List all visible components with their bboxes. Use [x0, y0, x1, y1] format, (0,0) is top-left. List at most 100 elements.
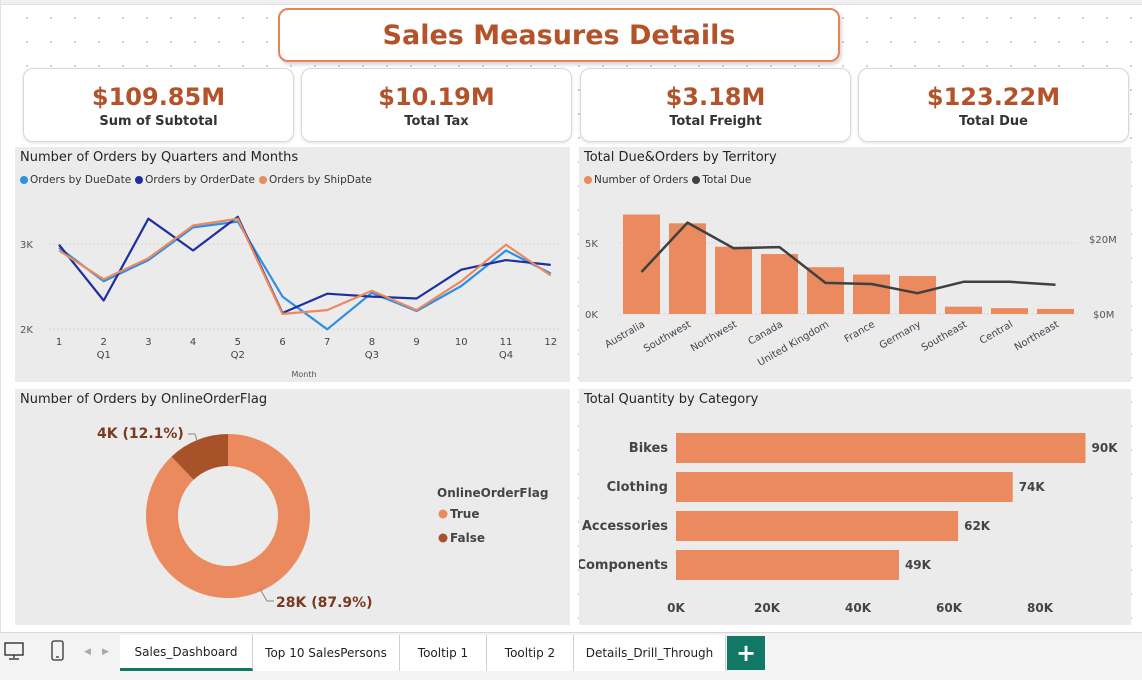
territory-bar [853, 274, 890, 314]
kpi-card-subtotal[interactable]: $109.85M Sum of Subtotal [23, 68, 294, 142]
tab-details-drill-through[interactable]: Details_Drill_Through [574, 635, 726, 671]
territory-combo-chart: 5K 0K $20M $0M AustraliaSouthwestNorthwe… [585, 214, 1117, 369]
territory-label: Central [978, 319, 1015, 347]
add-page-button[interactable]: + [727, 636, 765, 670]
legend-dot-icon [438, 509, 448, 519]
territory-bar [761, 254, 798, 314]
territory-label: Canada [747, 319, 785, 348]
territory-bar [715, 246, 752, 314]
data-label: 62K [964, 519, 991, 533]
territory-bar [1037, 308, 1074, 314]
territory-label: Germany [878, 319, 923, 352]
territory-label: Southwest [642, 319, 693, 355]
x-tick-label: 12 [544, 337, 557, 348]
kpi-label: Total Due [959, 114, 1028, 129]
x-tick-label: 5 [235, 337, 241, 348]
x-tick-label: 11 [500, 337, 513, 348]
x-tick-label: 2 [101, 337, 107, 348]
x-tick-label: 10 [455, 337, 468, 348]
x-tick-label: 60K [936, 601, 963, 615]
kpi-value: $3.18M [665, 83, 766, 111]
tab-top-10-salespersons[interactable]: Top 10 SalesPersons [253, 635, 400, 671]
prev-page-icon[interactable]: ◀ [84, 647, 91, 657]
data-label: 74K [1019, 480, 1046, 494]
series-line [58, 220, 552, 331]
y-tick: 2K [20, 325, 33, 336]
x-tick-label: 6 [279, 337, 285, 348]
kpi-card-tax[interactable]: $10.19M Total Tax [301, 68, 572, 142]
quarter-label: Q2 [231, 350, 245, 361]
kpi-label: Sum of Subtotal [99, 114, 218, 129]
donut-chart: 4K (12.1%) 28K (87.9%) OnlineOrderFlag T… [97, 426, 548, 611]
territory-label: France [843, 319, 877, 345]
x-tick-label: 40K [845, 601, 872, 615]
x-tick-label: 4 [190, 337, 196, 348]
kpi-value: $123.22M [926, 83, 1061, 111]
kpi-value: $109.85M [91, 83, 226, 111]
category-label: Bikes [629, 441, 668, 456]
category-label: Clothing [607, 480, 668, 495]
x-tick-label: 7 [324, 337, 330, 348]
quarter-label: Q1 [97, 350, 111, 361]
y-right-tick: $20M [1089, 235, 1117, 246]
kpi-card-total-due[interactable]: $123.22M Total Due [858, 68, 1129, 142]
territory-bar [991, 308, 1028, 314]
x-tick-label: 1 [56, 337, 62, 348]
territory-bar [899, 275, 936, 314]
kpi-label: Total Freight [669, 114, 762, 129]
category-bar-chart: Bikes 90K Clothing 74K Accessories 62K Compone… [579, 433, 1119, 615]
x-tick-label: 3 [145, 337, 151, 348]
category-label: Components [579, 558, 668, 573]
online-flag-panel[interactable]: Number of Orders by OnlineOrderFlag 4K (… [15, 389, 570, 625]
x-axis-label: Month [291, 370, 316, 379]
kpi-card-freight[interactable]: $3.18M Total Freight [580, 68, 851, 142]
tab-tooltip-2[interactable]: Tooltip 2 [487, 635, 574, 671]
tab-tooltip-1[interactable]: Tooltip 1 [400, 635, 487, 671]
desktop-view-icon[interactable] [4, 642, 24, 664]
x-tick-label: 9 [413, 337, 419, 348]
donut-label-false: 4K (12.1%) [97, 426, 184, 442]
report-title-box: Sales Measures Details [278, 8, 840, 62]
territory-panel[interactable]: Total Due&Orders by Territory Number of … [579, 147, 1131, 382]
donut-label-true: 28K (87.9%) [276, 595, 373, 611]
quarter-label: Q4 [499, 350, 513, 361]
donut-slice-true [146, 434, 311, 598]
category-bar [676, 511, 959, 541]
category-bar [676, 472, 1013, 502]
x-tick-label: 0K [667, 601, 685, 615]
territory-label: Southeast [920, 319, 969, 354]
category-panel[interactable]: Total Quantity by Category Bikes 90K Cloth… [579, 389, 1131, 625]
x-tick-label: 8 [369, 337, 375, 348]
legend-dot-icon [438, 533, 448, 543]
category-bar [676, 550, 899, 580]
next-page-icon[interactable]: ▶ [102, 647, 109, 657]
territory-label: Northeast [1013, 319, 1061, 353]
top-ribbon-edge [1, 0, 1142, 5]
report-canvas: Sales Measures Details $109.85M Sum of S… [0, 0, 1142, 632]
mobile-view-icon[interactable] [51, 640, 65, 666]
tab-sales-dashboard[interactable]: Sales_Dashboard [120, 635, 253, 671]
kpi-label: Total Tax [404, 114, 469, 129]
orders-by-quarter-panel[interactable]: Number of Orders by Quarters and Months … [15, 147, 570, 382]
legend-label-false[interactable]: False [450, 531, 485, 545]
report-title: Sales Measures Details [382, 19, 736, 51]
category-label: Accessories [582, 519, 668, 534]
data-label: 90K [1092, 441, 1119, 455]
category-bar [676, 433, 1086, 463]
y-right-tick: $0M [1093, 310, 1114, 321]
x-tick-label: 20K [754, 601, 781, 615]
y-left-tick: 5K [585, 239, 598, 250]
donut-legend-title: OnlineOrderFlag [437, 486, 548, 500]
territory-bar [623, 214, 660, 314]
page-tab-bar: ◀ ▶ Sales_Dashboard Top 10 SalesPersons … [0, 632, 1142, 680]
territory-label: Northwest [689, 319, 739, 354]
x-tick-label: 80K [1027, 601, 1054, 615]
legend-label-true[interactable]: True [450, 507, 479, 521]
y-tick: 3K [20, 240, 33, 251]
territory-bar [945, 306, 982, 314]
line-chart: 3K 2K 1 2 3 4 5 6 7 8 9 10 11 12Q1 Q2 Q3 Q4 Month [20, 215, 561, 379]
quarter-label: Q3 [365, 350, 379, 361]
data-label: 49K [905, 558, 932, 572]
territory-label: Australia [603, 319, 647, 351]
y-left-tick: 0K [585, 310, 598, 321]
